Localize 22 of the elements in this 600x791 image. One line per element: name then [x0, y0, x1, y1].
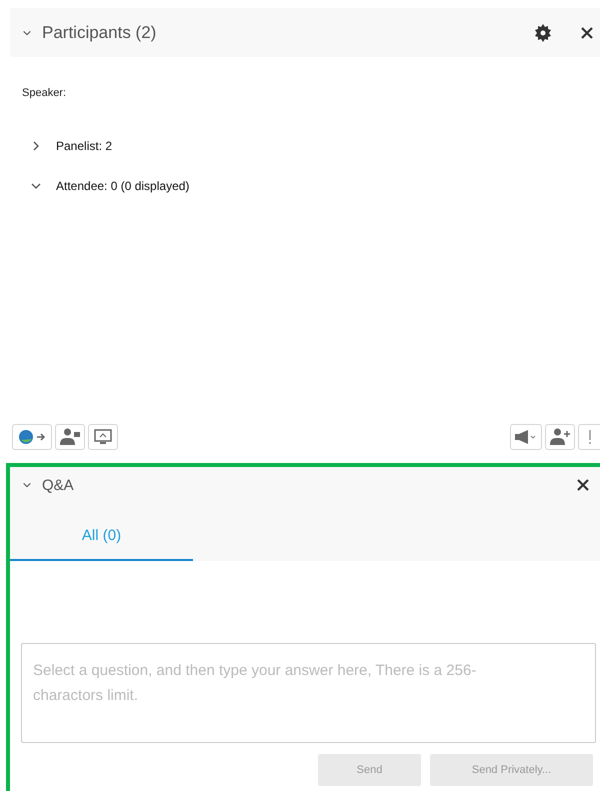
- screen-button[interactable]: [88, 424, 118, 450]
- add-person-icon: [548, 428, 572, 446]
- panel-title: Participants (2): [42, 22, 158, 42]
- answer-field[interactable]: Select a question, and then type your answer here, There is a 256-charactors limit.: [21, 643, 596, 743]
- group-label[interactable]: Attendee: 0 (0 displayed): [56, 179, 190, 193]
- speaker-label: Speaker:: [22, 87, 68, 99]
- exclamation-icon: [588, 429, 592, 445]
- megaphone-button[interactable]: [510, 424, 542, 450]
- add-person-button[interactable]: [545, 424, 575, 450]
- globe-arrow-icon: [17, 428, 47, 446]
- group-label[interactable]: Panelist: 2: [56, 139, 112, 153]
- settings-icon[interactable]: [534, 24, 552, 42]
- video-person-button[interactable]: [55, 424, 85, 450]
- panel-title: Q&A: [42, 476, 75, 494]
- close-icon[interactable]: [576, 478, 590, 492]
- tab[interactable]: All (0): [10, 511, 193, 561]
- transfer-button[interactable]: [12, 424, 52, 450]
- alert-button[interactable]: [578, 424, 600, 450]
- chevron-icon[interactable]: [22, 480, 32, 490]
- close-icon[interactable]: [580, 26, 594, 40]
- person-camera-icon: [58, 428, 82, 446]
- monitor-icon: [93, 428, 113, 446]
